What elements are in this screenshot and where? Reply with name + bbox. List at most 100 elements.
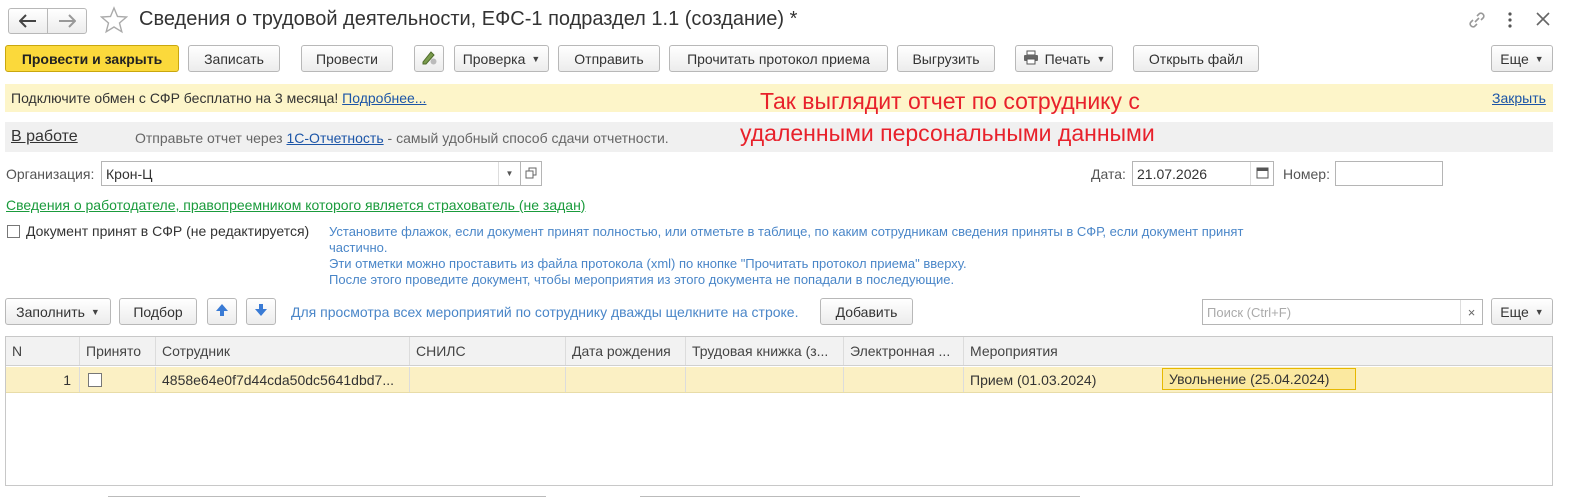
post-button[interactable]: Провести	[301, 45, 393, 72]
table-row[interactable]: 1 4858e64e0f7d44cda50dc5641dbd7... Прием…	[6, 367, 1552, 393]
accepted-checkbox[interactable]	[7, 225, 20, 238]
divider	[108, 496, 546, 497]
cell-electronic	[844, 367, 964, 392]
caret-down-icon: ▼	[90, 306, 100, 317]
table-more-button[interactable]: Еще ▼	[1491, 298, 1553, 325]
banner-close-link[interactable]: Закрыть	[1492, 90, 1546, 106]
column-header-employee[interactable]: Сотрудник	[156, 337, 410, 365]
date-label: Дата:	[1091, 166, 1126, 182]
date-picker-button[interactable]	[1250, 162, 1273, 185]
cell-employee: 4858e64e0f7d44cda50dc5641dbd7...	[156, 367, 410, 392]
row-accepted-checkbox[interactable]	[88, 372, 102, 387]
window-title: Сведения о трудовой деятельности, ЕФС-1 …	[139, 8, 798, 30]
date-value: 21.07.2026	[1137, 165, 1208, 182]
select-button[interactable]: Подбор	[119, 298, 197, 325]
export-button[interactable]: Выгрузить	[897, 45, 995, 72]
close-icon[interactable]	[1535, 11, 1551, 30]
number-label: Номер:	[1283, 166, 1330, 182]
info-line-2: частично.	[329, 240, 388, 255]
annotation-line-1: Так выглядит отчет по сотруднику с	[760, 88, 1140, 114]
banner-text: Подключите обмен с СФР бесплатно на 3 ме…	[11, 90, 426, 106]
cell-accepted	[80, 367, 156, 392]
organization-input[interactable]: Крон-Ц	[101, 161, 521, 186]
column-header-electronic[interactable]: Электронная ...	[844, 337, 964, 365]
banner-message: Подключите обмен с СФР бесплатно на 3 ме…	[11, 90, 339, 106]
clear-icon: ×	[1467, 304, 1476, 320]
organization-value: Крон-Ц	[106, 165, 153, 182]
fill-label: Заполнить	[16, 303, 85, 320]
more-vertical-icon[interactable]	[1505, 10, 1515, 33]
print-dropdown-button[interactable]: Печать ▼	[1015, 45, 1113, 72]
organization-open-button[interactable]	[520, 161, 542, 186]
caret-down-icon: ▼	[1534, 53, 1544, 64]
column-header-birth-date[interactable]: Дата рождения	[566, 337, 686, 365]
accepted-label: Документ принят в СФР (не редактируется)	[26, 223, 310, 239]
arrow-down-icon	[254, 303, 268, 320]
cell-birth-date	[566, 367, 686, 392]
column-header-events[interactable]: Мероприятия	[964, 337, 1552, 365]
forward-button[interactable]	[47, 8, 87, 34]
status-hint-suffix: - самый удобный способ сдачи отчетности.	[387, 130, 669, 146]
cell-event-hire[interactable]: Прием (01.03.2024)	[964, 367, 1160, 392]
caret-down-icon: ▼	[1096, 53, 1106, 64]
info-line-4: После этого проведите документ, чтобы ме…	[329, 272, 955, 287]
info-line-1: Установите флажок, если документ принят …	[329, 224, 1244, 239]
banner-more-link[interactable]: Подробнее...	[342, 90, 426, 106]
search-clear-button[interactable]: ×	[1460, 300, 1482, 324]
table-header: N Принято Сотрудник СНИЛС Дата рождения …	[6, 337, 1552, 366]
status-in-work-link[interactable]: В работе	[11, 128, 78, 146]
fill-dropdown-button[interactable]: Заполнить ▼	[5, 298, 111, 325]
arrow-right-icon	[58, 14, 76, 28]
cell-n: 1	[6, 367, 80, 392]
status-hint: Отправьте отчет через 1С-Отчетность - са…	[135, 130, 669, 146]
move-down-button[interactable]	[246, 298, 276, 325]
printer-icon	[1023, 50, 1039, 68]
column-header-work-book[interactable]: Трудовая книжка (з...	[686, 337, 844, 365]
back-button[interactable]	[8, 8, 48, 34]
send-button[interactable]: Отправить	[558, 45, 660, 72]
cell-work-book	[686, 367, 844, 392]
cell-snils	[410, 367, 566, 392]
post-and-close-button[interactable]: Провести и закрыть	[5, 45, 179, 72]
employer-info-link[interactable]: Сведения о работодателе, правопреемником…	[6, 197, 585, 213]
column-header-accepted[interactable]: Принято	[80, 337, 156, 365]
search-placeholder: Поиск (Ctrl+F)	[1207, 304, 1292, 320]
check-dropdown-button[interactable]: Проверка ▼	[454, 45, 549, 72]
favorite-star-icon[interactable]	[99, 6, 129, 37]
info-line-3: Эти отметки можно проставить из файла пр…	[329, 256, 967, 271]
info-text: Установите флажок, если документ принят …	[329, 224, 1243, 288]
column-header-n[interactable]: N	[6, 337, 80, 365]
organization-dropdown-button[interactable]: ▼	[498, 162, 520, 185]
calendar-icon	[1256, 166, 1269, 182]
status-hint-prefix: Отправьте отчет через	[135, 130, 283, 146]
search-input[interactable]: Поиск (Ctrl+F)	[1202, 299, 1483, 325]
arrow-up-icon	[215, 303, 229, 320]
caret-down-icon: ▼	[505, 169, 514, 178]
table-hint: Для просмотра всех мероприятий по сотруд…	[291, 304, 799, 320]
more-button[interactable]: Еще ▼	[1491, 45, 1553, 72]
number-input[interactable]	[1335, 161, 1443, 186]
annotation-line-2: удаленными персональными данными	[740, 120, 1155, 146]
check-label: Проверка	[462, 50, 526, 67]
caret-down-icon: ▼	[531, 53, 541, 64]
column-header-snils[interactable]: СНИЛС	[410, 337, 566, 365]
save-button[interactable]: Записать	[188, 45, 280, 72]
employees-table: N Принято Сотрудник СНИЛС Дата рождения …	[5, 336, 1553, 486]
arrow-left-icon	[19, 14, 37, 28]
add-button[interactable]: Добавить	[820, 298, 913, 325]
caret-down-icon: ▼	[1534, 306, 1544, 317]
open-file-button[interactable]: Открыть файл	[1133, 45, 1259, 72]
reporting-link[interactable]: 1С-Отчетность	[287, 130, 384, 146]
open-window-icon	[525, 166, 537, 182]
divider	[640, 496, 1080, 497]
move-up-button[interactable]	[207, 298, 237, 325]
read-protocol-button[interactable]: Прочитать протокол приема	[669, 45, 888, 72]
print-label: Печать	[1044, 50, 1091, 67]
cell-event-dismissal[interactable]: Увольнение (25.04.2024)	[1162, 368, 1356, 390]
organization-label: Организация:	[6, 166, 95, 182]
more-label: Еще	[1500, 50, 1529, 67]
edit-signature-button[interactable]	[414, 45, 444, 72]
pen-check-icon	[420, 48, 438, 69]
link-icon[interactable]	[1467, 10, 1487, 33]
cell-n-value: 1	[63, 371, 71, 388]
